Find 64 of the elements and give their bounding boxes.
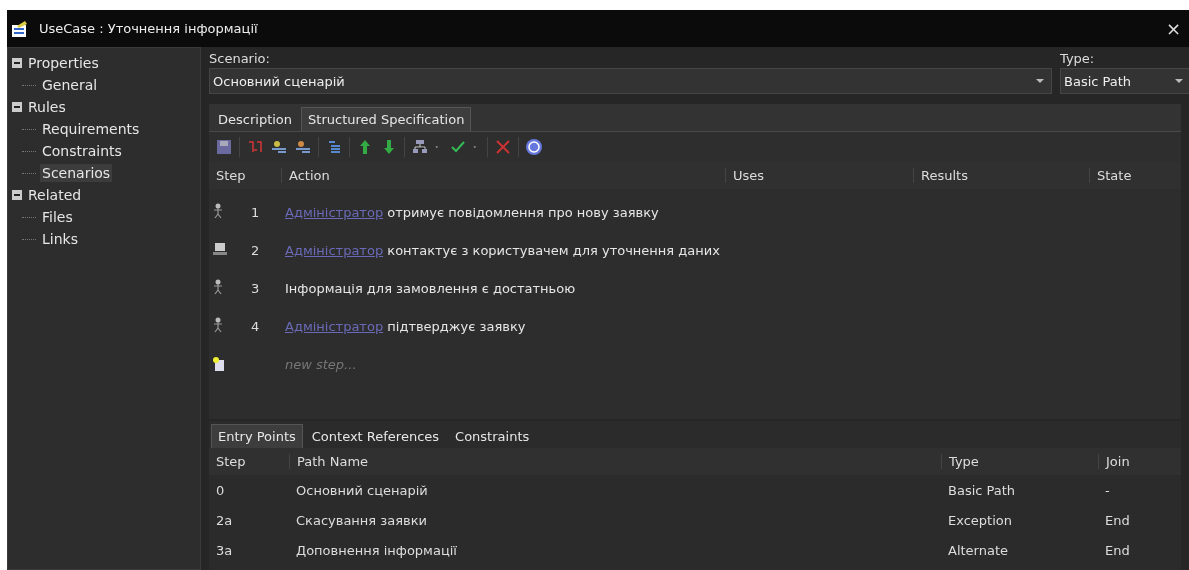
- tab[interactable]: Description: [211, 107, 300, 131]
- tree-item[interactable]: Related: [26, 186, 84, 204]
- step-action: Інформація для замовлення є достатньою: [285, 280, 577, 296]
- step-number: 4: [250, 318, 261, 334]
- insert-step-icon[interactable]: [270, 138, 288, 156]
- tree-item[interactable]: Rules: [26, 98, 68, 116]
- step-number: 3: [250, 280, 261, 296]
- column-header[interactable]: Uses: [725, 168, 913, 183]
- table-cell-text: End: [1104, 542, 1131, 558]
- field-label: Scenario:: [209, 51, 271, 66]
- table-cell-text: Скасування заявки: [295, 512, 428, 528]
- step-action: Адміністратор отримує повідомлення про нову заявку: [285, 204, 660, 220]
- table-cell-text: Exception: [947, 512, 1013, 528]
- stick-figure-icon: [213, 278, 223, 295]
- field-label: Type:: [1060, 51, 1096, 66]
- column-header[interactable]: Step: [209, 454, 289, 469]
- close-button[interactable]: ×: [1165, 18, 1181, 39]
- tree-item[interactable]: Scenarios: [40, 164, 113, 182]
- table-cell-text: 0: [215, 482, 226, 498]
- collapse-toggle-icon[interactable]: [12, 58, 22, 68]
- table-cell-text: 2a: [215, 512, 234, 528]
- scenario-dropdown[interactable]: Основний сценарій: [209, 68, 1052, 94]
- diagram-icon[interactable]: [411, 138, 429, 156]
- column-header[interactable]: State: [1089, 168, 1181, 183]
- delete-icon[interactable]: [494, 138, 512, 156]
- column-header[interactable]: Join: [1098, 454, 1181, 469]
- stick-figure-icon: [213, 316, 223, 333]
- tab[interactable]: Entry Points: [211, 424, 303, 448]
- tree-item[interactable]: Requirements: [40, 120, 142, 138]
- window-title: UseCase : Уточнення інформації: [39, 21, 259, 36]
- tab[interactable]: Constraints: [448, 424, 537, 448]
- tree-item[interactable]: General: [40, 76, 100, 94]
- table-cell-text: -: [1104, 482, 1111, 498]
- step-number: 2: [250, 242, 261, 258]
- step-number: 1: [250, 204, 261, 220]
- collapse-toggle-icon[interactable]: [12, 102, 22, 112]
- table-cell-text: Основний сценарій: [295, 482, 429, 498]
- step-action: Адміністратор підтверджує заявку: [285, 318, 527, 334]
- column-header[interactable]: Path Name: [289, 454, 941, 469]
- save-icon[interactable]: [215, 138, 233, 156]
- new-item-icon[interactable]: [213, 357, 225, 371]
- table-cell-text: Alternate: [947, 542, 1010, 558]
- column-header[interactable]: Type: [941, 454, 1098, 469]
- computer-icon: [213, 242, 227, 255]
- type-dropdown[interactable]: Basic Path: [1060, 68, 1189, 94]
- tree-item[interactable]: Properties: [26, 54, 101, 72]
- collapse-toggle-icon[interactable]: [12, 190, 22, 200]
- tab[interactable]: Context References: [304, 424, 447, 448]
- table-cell-text: Basic Path: [947, 482, 1017, 498]
- help-icon[interactable]: [525, 138, 543, 156]
- step-action: Адміністратор контактує з користувачем для уточнення даних: [285, 242, 721, 258]
- column-header[interactable]: Action: [281, 168, 725, 183]
- tree-item[interactable]: Links: [40, 230, 80, 248]
- app-icon: [11, 19, 29, 38]
- table-cell-text: Доповнення інформації: [295, 542, 458, 558]
- tree-item[interactable]: Files: [40, 208, 75, 226]
- tab[interactable]: Structured Specification: [301, 107, 472, 131]
- insert-step-icon[interactable]: [294, 138, 312, 156]
- tree-item[interactable]: Constraints: [40, 142, 124, 160]
- column-header[interactable]: Results: [913, 168, 1089, 183]
- table-cell-text: 3a: [215, 542, 234, 558]
- stick-figure-icon: [213, 202, 223, 219]
- column-header[interactable]: Step: [209, 168, 281, 183]
- table-cell-text: End: [1104, 512, 1131, 528]
